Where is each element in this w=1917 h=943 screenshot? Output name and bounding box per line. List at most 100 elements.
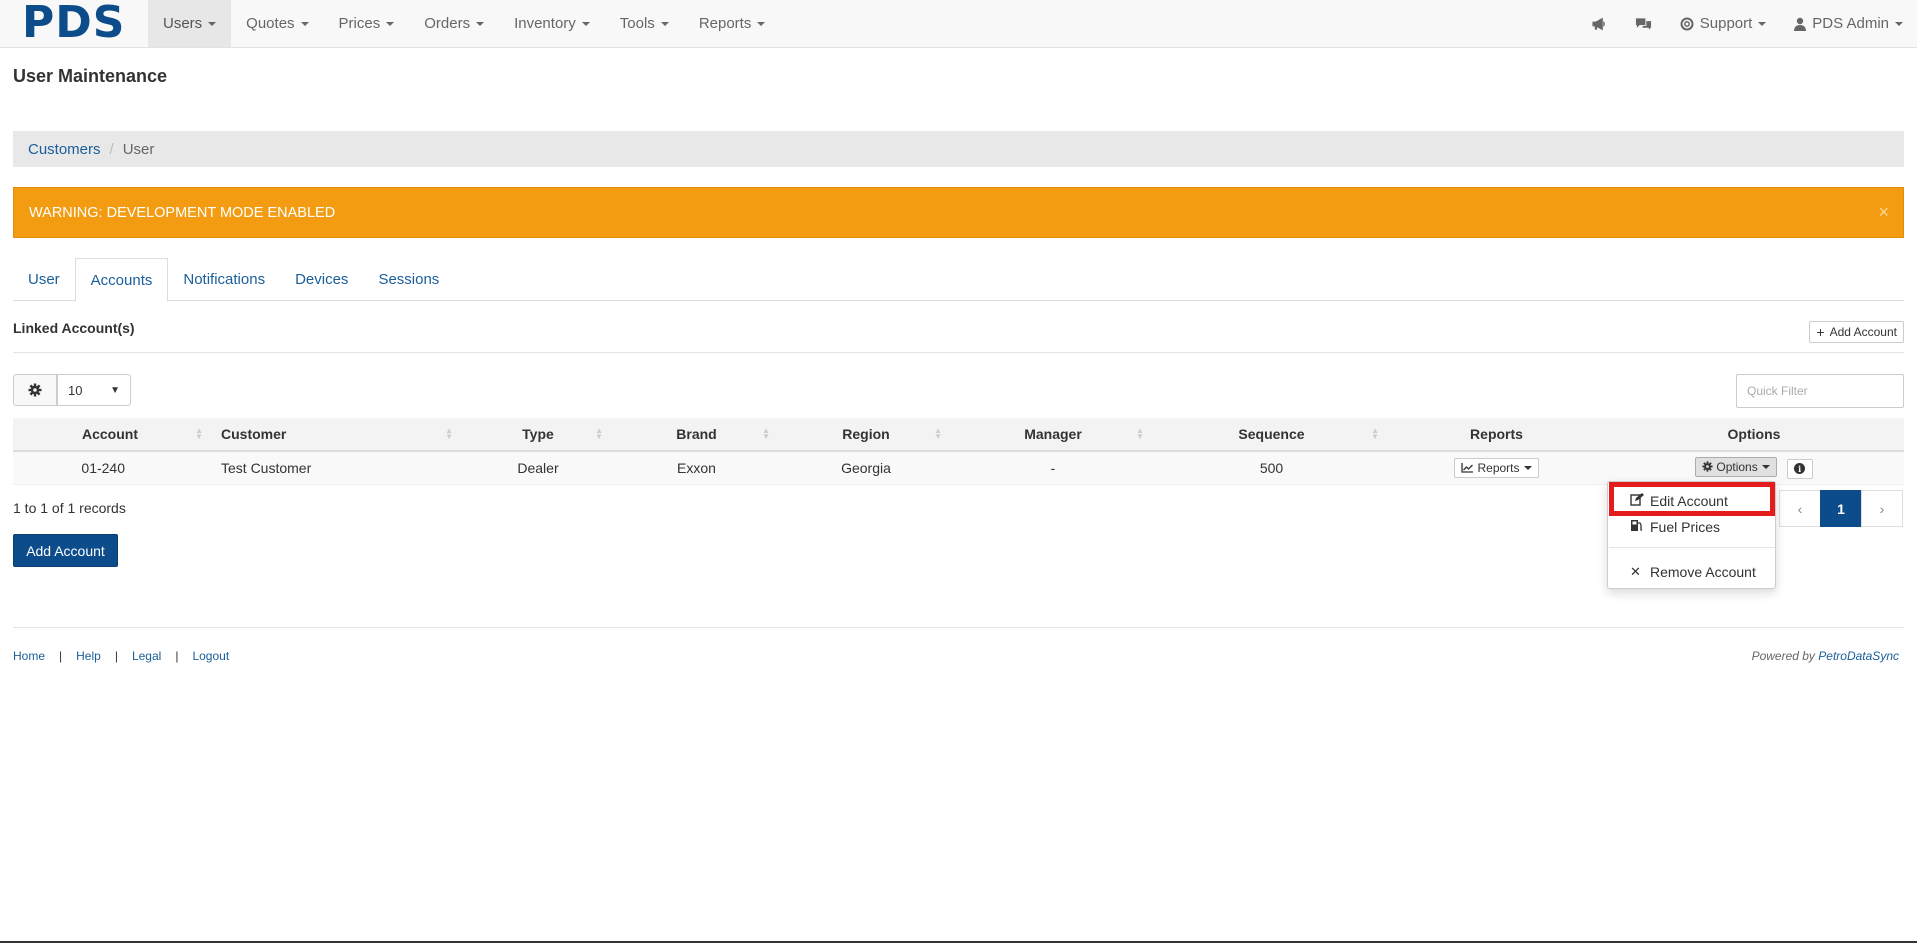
col-brand-label: Brand: [676, 426, 717, 442]
col-type-label: Type: [522, 426, 554, 442]
nav-tools[interactable]: Tools: [605, 0, 684, 47]
caret-down-icon: [581, 21, 590, 26]
nav-reports[interactable]: Reports: [684, 0, 781, 47]
sort-icon: ▲ ▼: [445, 426, 453, 441]
breadcrumb-customers[interactable]: Customers: [28, 141, 101, 158]
messages-button[interactable]: [1621, 0, 1666, 47]
sort-icon: ▲ ▼: [195, 426, 203, 441]
nav-orders-label: Orders: [424, 14, 471, 32]
page-size-value: 10: [68, 382, 83, 398]
nav-users-label: Users: [163, 14, 203, 32]
nav-reports-label: Reports: [698, 14, 752, 32]
table-header-row: Account ▲ ▼ Customer ▲ ▼ Type ▲ ▼ Brand ▲ ▼ Regi…: [13, 418, 1904, 451]
footer-links: Home | Help | Legal | Logout: [13, 649, 229, 663]
close-icon[interactable]: ×: [1878, 202, 1889, 223]
warning-text: WARNING: DEVELOPMENT MODE ENABLED: [29, 204, 336, 221]
plus-icon: +: [1816, 324, 1825, 340]
col-brand[interactable]: Brand ▲ ▼: [613, 418, 780, 451]
nav-prices[interactable]: Prices: [324, 0, 410, 47]
footer-logout-link[interactable]: Logout: [192, 649, 229, 663]
petrodatasync-link[interactable]: PetroDataSync: [1818, 649, 1899, 663]
col-account-label: Account: [82, 426, 138, 442]
menu-divider: [1609, 547, 1775, 548]
cell-type: Dealer: [517, 459, 559, 476]
nav-inventory[interactable]: Inventory: [499, 0, 605, 47]
nav-prices-label: Prices: [338, 14, 381, 32]
add-account-button[interactable]: Add Account: [13, 534, 118, 567]
nav-quotes[interactable]: Quotes: [231, 0, 323, 47]
caret-down-icon: [300, 21, 309, 26]
nav-tools-label: Tools: [619, 14, 655, 32]
col-type[interactable]: Type ▲ ▼: [463, 418, 613, 451]
next-page-button[interactable]: ›: [1861, 490, 1903, 527]
col-manager[interactable]: Manager ▲ ▼: [952, 418, 1154, 451]
add-account-top-button[interactable]: + Add Account: [1809, 321, 1904, 343]
footer-separator: |: [114, 649, 118, 663]
top-navbar: PDS Users Quotes Prices Orders Inventory…: [0, 0, 1917, 48]
quick-filter-input[interactable]: [1736, 374, 1904, 408]
accounts-table-wrap: Account ▲ ▼ Customer ▲ ▼ Type ▲ ▼ Brand ▲ ▼ Regi…: [13, 418, 1904, 485]
sort-icon: ▲ ▼: [595, 426, 603, 441]
prev-page-button[interactable]: ‹: [1779, 490, 1821, 527]
table-settings-button[interactable]: [13, 374, 57, 406]
cell-region: Georgia: [841, 459, 891, 476]
col-region[interactable]: Region ▲ ▼: [780, 418, 952, 451]
col-sequence[interactable]: Sequence ▲ ▼: [1154, 418, 1389, 451]
caret-down-icon: [1758, 21, 1767, 26]
announcements-button[interactable]: [1578, 0, 1621, 47]
tab-sessions[interactable]: Sessions: [363, 258, 454, 301]
sort-icon: ▲ ▼: [934, 426, 942, 441]
cell-brand: Exxon: [677, 459, 716, 476]
sort-icon: ▲ ▼: [1371, 426, 1379, 441]
cell-customer: Test Customer: [221, 459, 312, 476]
support-menu[interactable]: Support: [1666, 0, 1781, 47]
options-button-label: Options: [1716, 459, 1758, 474]
caret-down-icon: [757, 21, 766, 26]
col-options: Options: [1604, 418, 1904, 451]
caret-down-icon: [1895, 21, 1903, 26]
caret-down-icon: [660, 21, 669, 26]
cell-options: Options i: [1604, 451, 1904, 484]
close-icon: ✕: [1630, 564, 1641, 579]
footer-home-link[interactable]: Home: [13, 649, 45, 663]
tab-user[interactable]: User: [13, 258, 75, 301]
page-size-select[interactable]: 10 ▼: [57, 374, 131, 406]
footer-help-link[interactable]: Help: [76, 649, 101, 663]
remove-account-label: Remove Account: [1650, 564, 1756, 580]
dev-mode-warning: WARNING: DEVELOPMENT MODE ENABLED ×: [13, 187, 1904, 238]
cell-account: 01-240: [81, 459, 125, 476]
tab-devices[interactable]: Devices: [280, 258, 363, 301]
gear-icon: [1702, 461, 1713, 472]
section-divider: [13, 352, 1904, 353]
remove-account-menu-item[interactable]: ✕ Remove Account: [1608, 559, 1775, 585]
breadcrumb-separator: /: [109, 140, 114, 158]
col-account[interactable]: Account ▲ ▼: [13, 418, 213, 451]
user-icon: [1794, 17, 1807, 31]
powered-by-text: Powered by: [1751, 649, 1815, 663]
options-button[interactable]: Options: [1695, 456, 1777, 477]
nav-orders[interactable]: Orders: [409, 0, 499, 47]
lifebuoy-icon: [1680, 17, 1694, 30]
user-menu-label: PDS Admin: [1812, 14, 1889, 32]
reports-button[interactable]: Reports: [1454, 457, 1539, 478]
page-1-button[interactable]: 1: [1820, 490, 1862, 527]
cell-sequence: 500: [1259, 459, 1284, 476]
pds-logo[interactable]: PDS: [22, 0, 125, 46]
gas-pump-icon: [1630, 519, 1648, 535]
col-customer[interactable]: Customer ▲ ▼: [213, 418, 463, 451]
main-nav: Users Quotes Prices Orders Inventory Too…: [148, 0, 780, 47]
info-icon: i: [1794, 463, 1806, 475]
megaphone-icon: [1592, 17, 1605, 30]
fuel-prices-menu-item[interactable]: Fuel Prices: [1608, 514, 1775, 540]
nav-users[interactable]: Users: [148, 0, 232, 47]
user-menu[interactable]: PDS Admin: [1780, 0, 1917, 47]
user-tabs: User Accounts Notifications Devices Sess…: [13, 258, 1904, 302]
footer-legal-link[interactable]: Legal: [132, 649, 161, 663]
tab-notifications[interactable]: Notifications: [168, 258, 280, 301]
nav-right: Support PDS Admin: [1578, 0, 1917, 47]
footer-divider: [13, 627, 1904, 628]
linked-accounts-title: Linked Account(s): [13, 320, 135, 336]
info-button[interactable]: i: [1786, 458, 1813, 479]
gear-icon: [28, 383, 42, 397]
tab-accounts[interactable]: Accounts: [74, 258, 169, 302]
